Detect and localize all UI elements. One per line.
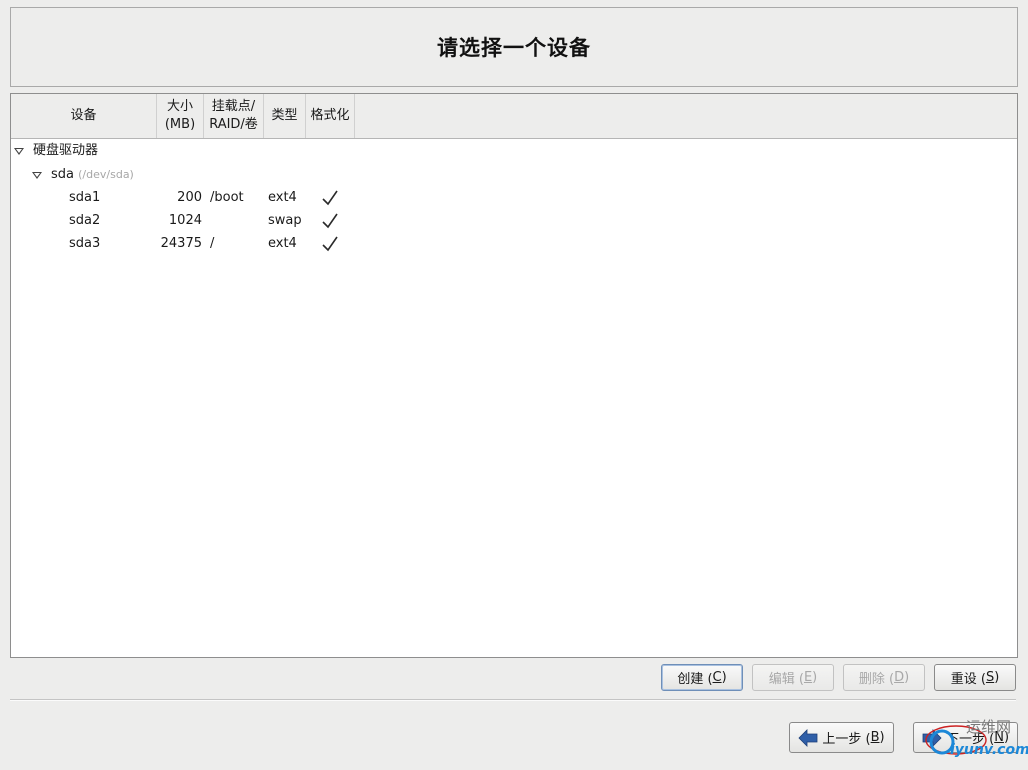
next-label: 下一步 ( (945, 732, 995, 747)
next-key: N (994, 730, 1004, 745)
partition-name: sda3 (69, 236, 101, 251)
table-row[interactable]: sda2 1024 swap (11, 210, 1017, 232)
back-button[interactable]: 上一步 (B) (789, 722, 894, 753)
expander-arrow-icon[interactable] (14, 148, 24, 155)
partition-name: sda2 (69, 213, 101, 228)
column-device[interactable]: 设备 (11, 94, 157, 138)
delete-key: D (894, 670, 905, 685)
partition-type: ext4 (268, 190, 297, 205)
edit-button[interactable]: 编辑 (E) (752, 664, 834, 691)
create-label: 创建 ( (677, 672, 713, 687)
expander-arrow-icon[interactable] (32, 172, 42, 179)
edit-key: E (803, 670, 813, 685)
back-key: B (870, 730, 880, 745)
checkmark-icon (322, 190, 338, 206)
column-device-label: 设备 (70, 108, 97, 123)
back-end: ) (879, 730, 885, 745)
column-header: 设备 大小 (MB) 挂载点/ RAID/卷 类型 格式化 (11, 94, 1017, 139)
column-size-unit: (MB) (164, 117, 196, 132)
delete-end: ) (904, 670, 910, 685)
disk-label: sda (/dev/sda) (51, 164, 134, 186)
tree-row-disk[interactable]: sda (/dev/sda) (11, 164, 1017, 186)
back-arrow-icon (798, 728, 818, 747)
page-title: 请选择一个设备 (437, 36, 591, 60)
next-button[interactable]: 下一步 (N) (913, 722, 1018, 753)
delete-button[interactable]: 删除 (D) (843, 664, 925, 691)
partition-name: sda1 (69, 190, 101, 205)
edit-end: ) (812, 670, 818, 685)
checkmark-icon (322, 236, 338, 252)
partition-type: ext4 (268, 236, 297, 251)
column-type[interactable]: 类型 (264, 94, 306, 138)
tree-row-group[interactable]: 硬盘驱动器 (11, 140, 1017, 162)
table-row[interactable]: sda3 24375 / ext4 (11, 233, 1017, 255)
partition-size: 24375 (160, 236, 202, 251)
next-arrow-icon (922, 728, 942, 747)
edit-label: 编辑 ( (768, 672, 804, 687)
column-mount-label: 挂载点/ (211, 99, 256, 114)
partition-type: swap (268, 213, 302, 228)
reset-label: 重设 ( (950, 672, 986, 687)
create-button[interactable]: 创建 (C) (661, 664, 743, 691)
checkmark-icon (322, 213, 338, 229)
separator (10, 699, 1016, 701)
partition-size: 200 (177, 190, 202, 205)
disk-path: (/dev/sda) (78, 168, 134, 181)
disk-name: sda (51, 167, 74, 182)
column-format-label: 格式化 (310, 108, 350, 123)
partition-mount: / (210, 236, 215, 251)
back-label: 上一步 ( (822, 732, 871, 747)
reset-button[interactable]: 重设 (S) (934, 664, 1016, 691)
table-row[interactable]: sda1 200 /boot ext4 (11, 187, 1017, 209)
column-size[interactable]: 大小 (MB) (157, 94, 204, 138)
column-mount[interactable]: 挂载点/ RAID/卷 (204, 94, 264, 138)
column-format[interactable]: 格式化 (306, 94, 355, 138)
create-end: ) (721, 670, 727, 685)
column-type-label: 类型 (271, 108, 298, 123)
column-size-label: 大小 (166, 99, 193, 114)
reset-key: S (985, 670, 995, 685)
group-label: 硬盘驱动器 (33, 143, 99, 158)
column-mount-label-2: RAID/卷 (209, 117, 258, 132)
device-tree[interactable]: 设备 大小 (MB) 挂载点/ RAID/卷 类型 格式化 硬盘驱动器 sda … (10, 93, 1018, 658)
partition-mount: /boot (210, 190, 244, 205)
partition-size: 1024 (168, 213, 202, 228)
create-key: C (712, 670, 722, 685)
header-panel: 请选择一个设备 (10, 7, 1018, 87)
reset-end: ) (994, 670, 1000, 685)
next-end: ) (1003, 730, 1010, 745)
delete-label: 删除 ( (858, 672, 895, 687)
